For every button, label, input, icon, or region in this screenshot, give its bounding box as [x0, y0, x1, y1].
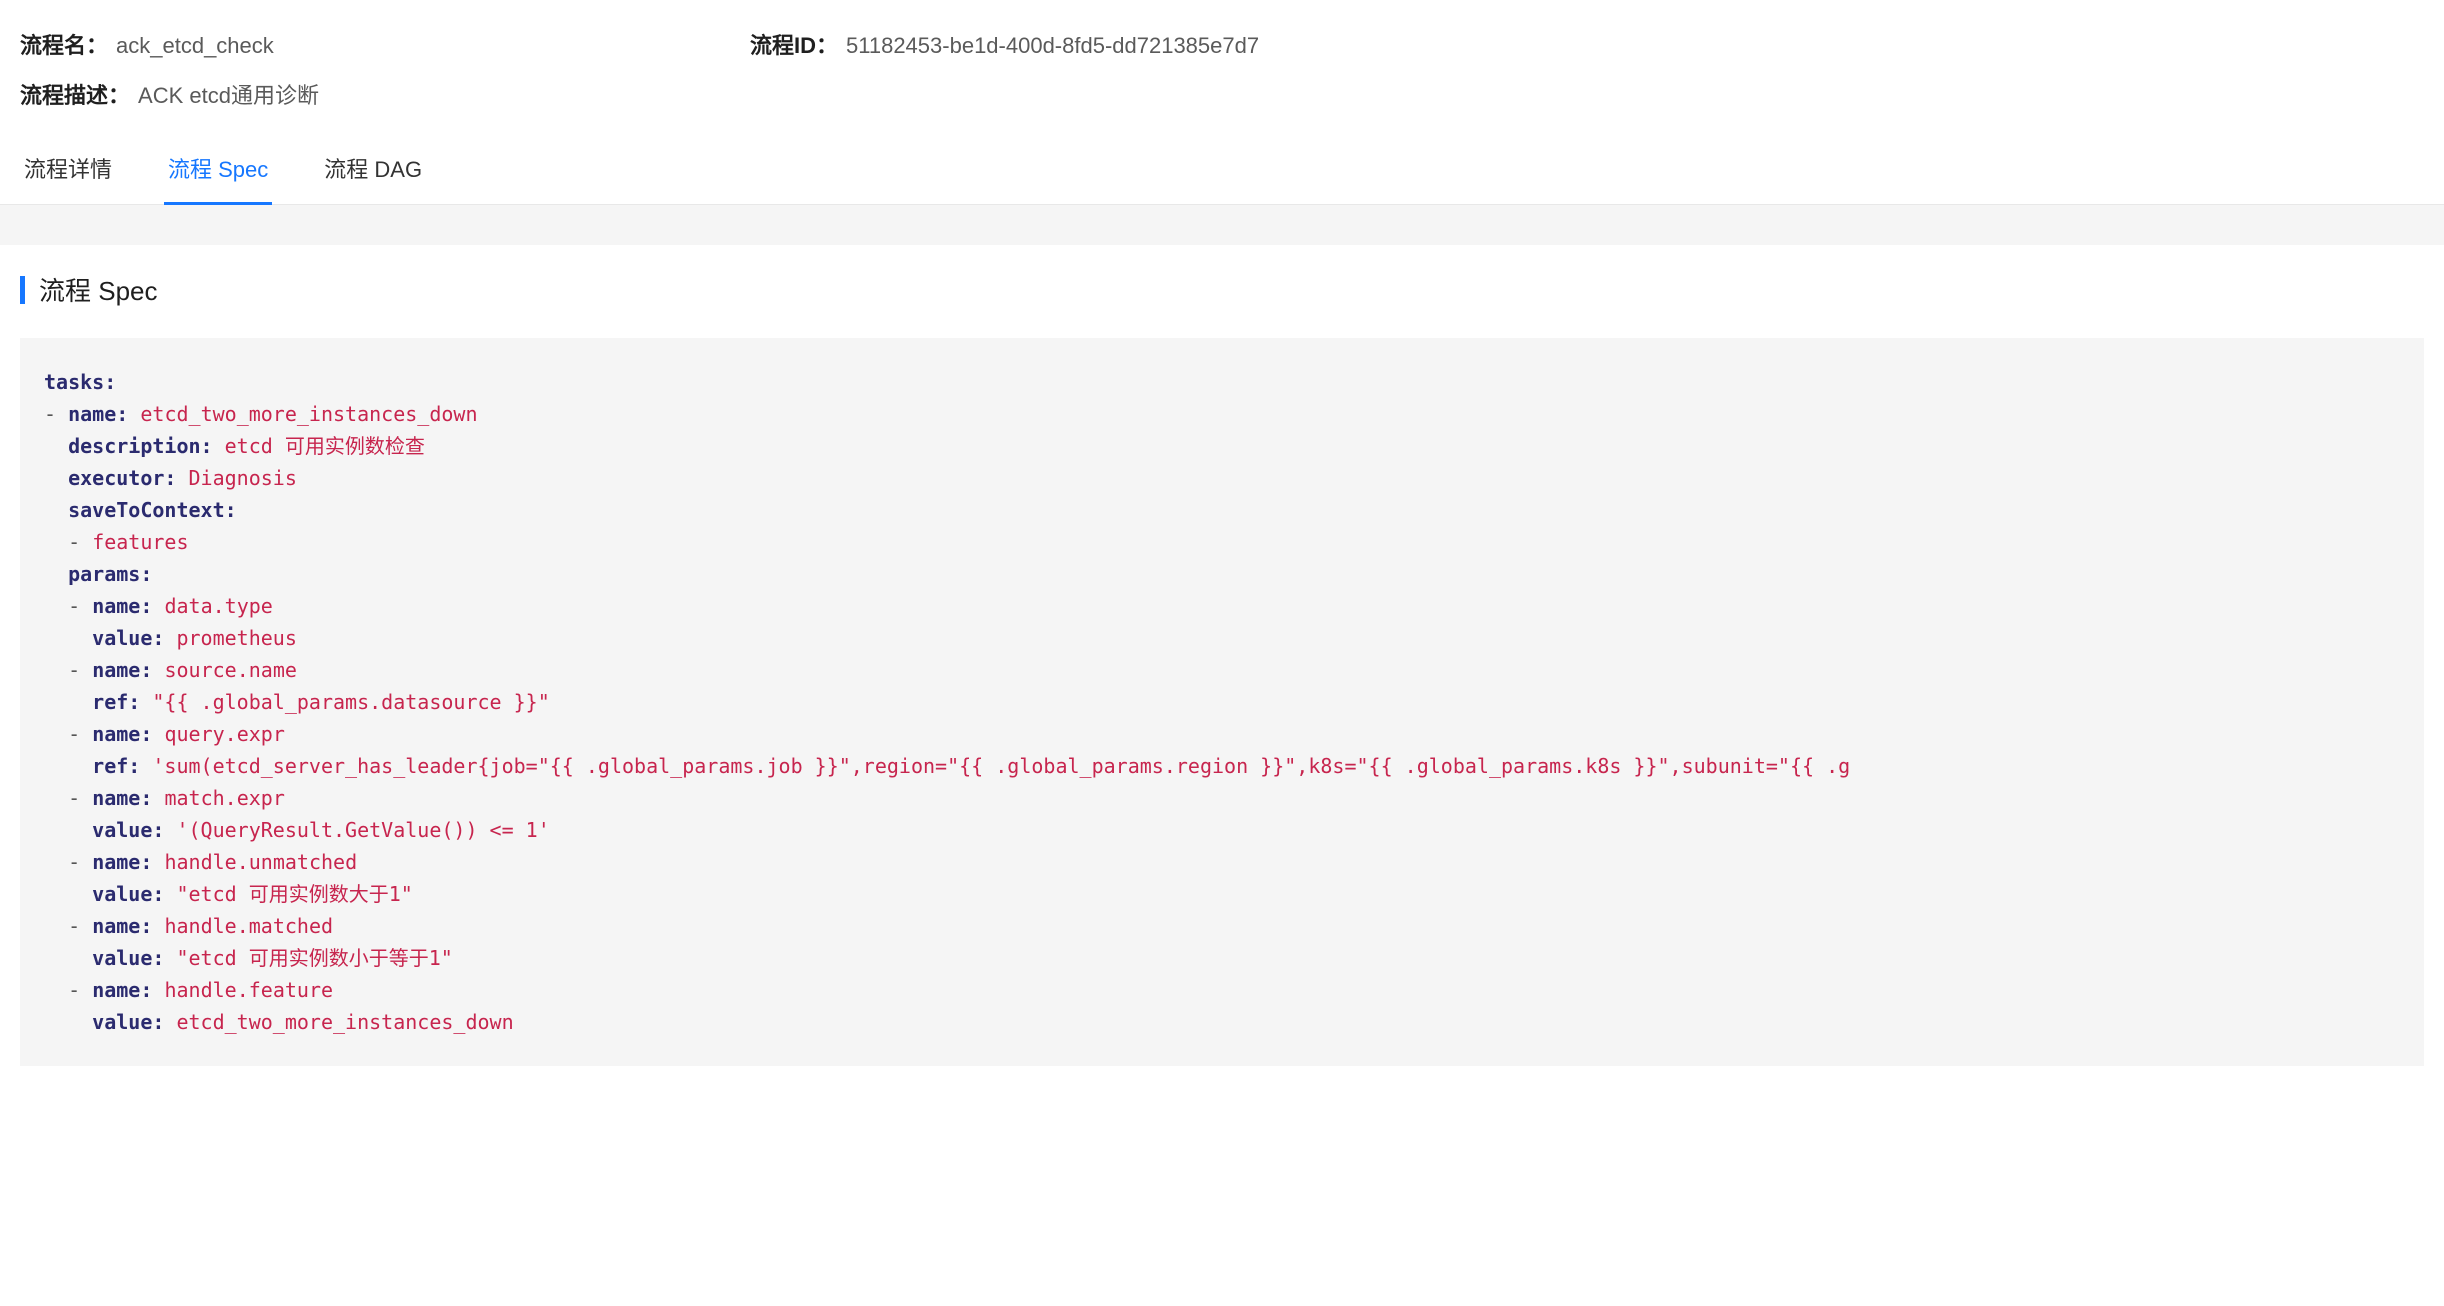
code-dash: -	[68, 530, 80, 554]
code-key: ref:	[92, 754, 140, 778]
code-dash: -	[68, 914, 80, 938]
tab-bar: 流程详情 流程 Spec 流程 DAG	[0, 138, 2444, 205]
flow-id-value: 51182453-be1d-400d-8fd5-dd721385e7d7	[846, 33, 1259, 59]
flow-name-label: 流程名：	[20, 28, 108, 60]
code-value: '(QueryResult.GetValue()) <= 1'	[176, 818, 549, 842]
code-value: features	[92, 530, 188, 554]
flow-desc-field: 流程描述： ACK etcd通用诊断	[20, 78, 319, 110]
code-dash: -	[68, 722, 80, 746]
code-dash: -	[68, 658, 80, 682]
code-value: handle.unmatched	[164, 850, 357, 874]
spec-codeblock: tasks: - name: etcd_two_more_instances_d…	[20, 338, 2424, 1066]
section-separator	[0, 205, 2444, 245]
code-value: handle.feature	[164, 978, 333, 1002]
page-header: 流程名： ack_etcd_check 流程ID： 51182453-be1d-…	[0, 0, 2444, 110]
section-title: 流程 Spec	[20, 265, 2424, 308]
code-key: value:	[92, 946, 164, 970]
code-dash: -	[68, 594, 80, 618]
flow-id-label: 流程ID：	[750, 28, 838, 60]
tab-detail[interactable]: 流程详情	[20, 138, 116, 205]
code-value: query.expr	[164, 722, 284, 746]
code-key: value:	[92, 626, 164, 650]
code-key: description:	[68, 434, 213, 458]
code-value: etcd_two_more_instances_down	[140, 402, 477, 426]
tab-spec[interactable]: 流程 Spec	[164, 138, 272, 205]
code-key: value:	[92, 1010, 164, 1034]
code-key: name:	[92, 658, 152, 682]
flow-desc-label: 流程描述：	[20, 78, 130, 110]
code-value: "{{ .global_params.datasource }}"	[152, 690, 549, 714]
code-key: executor:	[68, 466, 176, 490]
content-area: 流程 Spec tasks: - name: etcd_two_more_ins…	[0, 245, 2444, 1066]
flow-name-value: ack_etcd_check	[116, 33, 274, 59]
code-key: params:	[68, 562, 152, 586]
code-value: Diagnosis	[189, 466, 297, 490]
code-value: "etcd 可用实例数大于1"	[176, 882, 412, 906]
code-key: value:	[92, 882, 164, 906]
code-key: tasks:	[44, 370, 116, 394]
code-value: handle.matched	[164, 914, 333, 938]
code-value: match.expr	[164, 786, 284, 810]
flow-id-field: 流程ID： 51182453-be1d-400d-8fd5-dd721385e7…	[750, 28, 1259, 60]
section-title-text: 流程 Spec	[39, 271, 158, 308]
code-dash: -	[68, 978, 80, 1002]
code-key: name:	[92, 594, 152, 618]
code-key: name:	[92, 786, 152, 810]
code-key: name:	[92, 722, 152, 746]
code-dash: -	[44, 402, 56, 426]
code-key: ref:	[92, 690, 140, 714]
code-value: etcd 可用实例数检查	[225, 434, 425, 458]
code-key: name:	[92, 914, 152, 938]
code-value: etcd_two_more_instances_down	[176, 1010, 513, 1034]
code-value: 'sum(etcd_server_has_leader{job="{{ .glo…	[152, 754, 1850, 778]
code-value: data.type	[164, 594, 272, 618]
code-value: source.name	[164, 658, 296, 682]
code-dash: -	[68, 850, 80, 874]
flow-name-field: 流程名： ack_etcd_check	[20, 28, 750, 60]
code-value: prometheus	[176, 626, 296, 650]
flow-desc-value: ACK etcd通用诊断	[138, 78, 319, 110]
code-key: name:	[92, 850, 152, 874]
tab-dag[interactable]: 流程 DAG	[320, 138, 426, 205]
code-key: value:	[92, 818, 164, 842]
code-key: saveToContext:	[68, 498, 237, 522]
code-dash: -	[68, 786, 80, 810]
code-key: name:	[92, 978, 152, 1002]
code-value: "etcd 可用实例数小于等于1"	[176, 946, 452, 970]
code-key: name:	[68, 402, 128, 426]
